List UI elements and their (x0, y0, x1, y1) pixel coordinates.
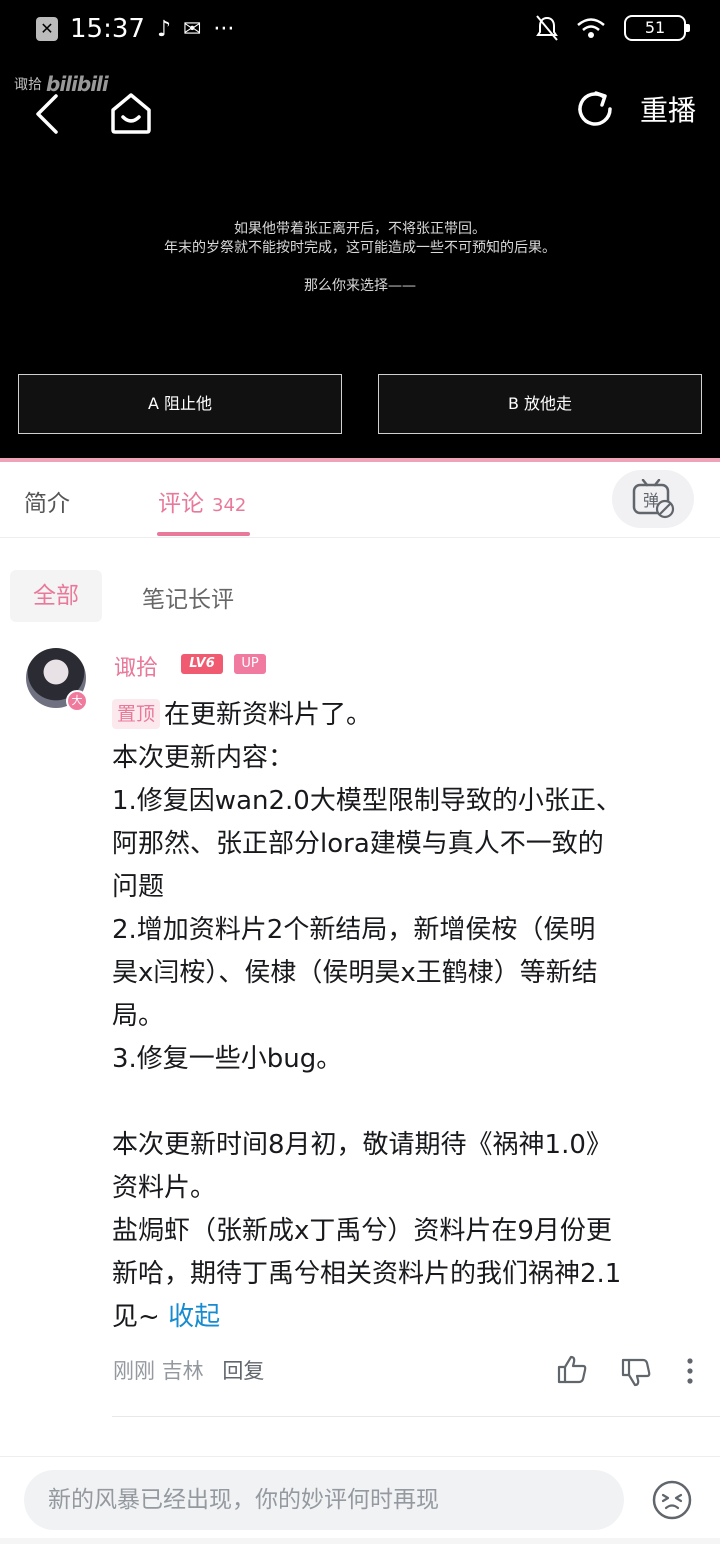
comment-line: 盐焗虾（张新成x丁禹兮）资料片在9月份更 (112, 1216, 612, 1246)
up-badge: UP (234, 654, 266, 674)
tab-comments-label: 评论 (158, 491, 204, 517)
avatar-badge: 大 (66, 690, 88, 712)
filter-all[interactable]: 全部 (10, 570, 102, 622)
comment-location: 吉林 (161, 1359, 204, 1383)
collapse-link[interactable]: 收起 (168, 1302, 220, 1332)
filter-notes-long-reviews[interactable]: 笔记长评 (142, 580, 234, 614)
more-notifications-icon: ··· (213, 16, 235, 42)
danmaku-off-icon: 弹 (632, 479, 675, 519)
home-icon[interactable] (108, 90, 154, 136)
status-time: 15:37 (70, 14, 145, 44)
status-bar: ✕ 15:37 ♪ ✉ ··· 51 (0, 0, 720, 58)
comment-line: 昊x闫桉）、侯棣（侯明昊x王鹤棣）等新结 (112, 958, 598, 988)
back-arrow-icon[interactable] (30, 92, 70, 136)
comment-input[interactable]: 新的风暴已经出现，你的妙评何时再现 (24, 1470, 624, 1530)
message-icon: ✉ (182, 16, 202, 42)
content-tabs: 简介 评论 342 弹 (0, 462, 720, 538)
comment-line: 置顶 在更新资料片了。 (112, 694, 702, 737)
story-prompt: 那么你来选择—— (304, 278, 416, 294)
comment-line: 3.修复一些小bug。 (112, 1044, 343, 1074)
tab-intro[interactable]: 简介 (24, 484, 70, 518)
comment-line: 阿那然、张正部分lora建模与真人不一致的 (112, 829, 604, 859)
close-notification-icon: ✕ (36, 17, 58, 41)
replay-label: 重播 (639, 94, 696, 127)
comment-time: 刚刚 (113, 1359, 155, 1383)
thumbs-up-icon[interactable] (556, 1354, 588, 1384)
comment-line: 1.修复因wan2.0大模型限制导致的小张正、 (112, 786, 622, 816)
comment-meta: 刚刚 吉林 回复 (113, 1355, 264, 1385)
story-line-1: 如果他带着张正离开后，不将张正带回。 (234, 221, 486, 237)
comment-divider (112, 1416, 720, 1417)
level-badge: LV6 (181, 654, 223, 674)
more-options-icon[interactable] (686, 1358, 694, 1384)
thumbs-down-icon[interactable] (620, 1358, 652, 1388)
comment-line: 见~ 收起 (112, 1302, 221, 1332)
battery-indicator: 51 (624, 15, 690, 41)
comment-line: 问题 (112, 872, 165, 902)
comment-blank-line (112, 1081, 702, 1124)
comment-line: 资料片。 (112, 1173, 217, 1203)
comments-count: 342 (212, 495, 247, 516)
comment-line: 本次更新时间8月初，敬请期待《祸神1.0》 (112, 1130, 612, 1160)
input-bar-top-border (0, 1456, 720, 1457)
danmaku-toggle-button[interactable]: 弹 (612, 470, 694, 528)
video-player[interactable]: ✕ 15:37 ♪ ✉ ··· 51 诹拾 bilibili 重播 如果他带着张… (0, 0, 720, 458)
wifi-icon (577, 18, 605, 38)
emoji-icon[interactable] (650, 1478, 694, 1522)
choice-b-button[interactable]: B 放他走 (378, 374, 702, 434)
replay-button[interactable]: 重播 (574, 88, 696, 130)
story-line-2: 年末的岁祭就不能按时完成，这可能造成一些不可预知的后果。 (164, 240, 556, 256)
pinned-tag: 置顶 (112, 699, 161, 729)
comment-line: 新哈，期待丁禹兮相关资料片的我们祸神2.1 (112, 1259, 622, 1289)
system-nav-bar (0, 1538, 720, 1544)
watermark-user: 诹拾 (14, 77, 42, 93)
story-narration: 如果他带着张正离开后，不将张正带回。 年末的岁祭就不能按时完成，这可能造成一些不… (0, 220, 720, 258)
comment-line: 局。 (112, 1001, 165, 1031)
mute-icon (536, 15, 558, 41)
choice-a-button[interactable]: A 阻止他 (18, 374, 342, 434)
active-tab-indicator (157, 532, 250, 536)
comment-username[interactable]: 诹拾 (114, 650, 158, 682)
reply-button[interactable]: 回复 (222, 1359, 264, 1383)
comment-line: 本次更新内容： (112, 743, 295, 773)
replay-icon (578, 91, 612, 126)
tab-comments[interactable]: 评论 342 (158, 484, 246, 518)
tiktok-icon: ♪ (156, 16, 171, 42)
comment-body: 置顶 在更新资料片了。 本次更新内容： 1.修复因wan2.0大模型限制导致的小张… (112, 694, 702, 1339)
comment-line: 2.增加资料片2个新结局，新增侯桉（侯明 (112, 915, 596, 945)
